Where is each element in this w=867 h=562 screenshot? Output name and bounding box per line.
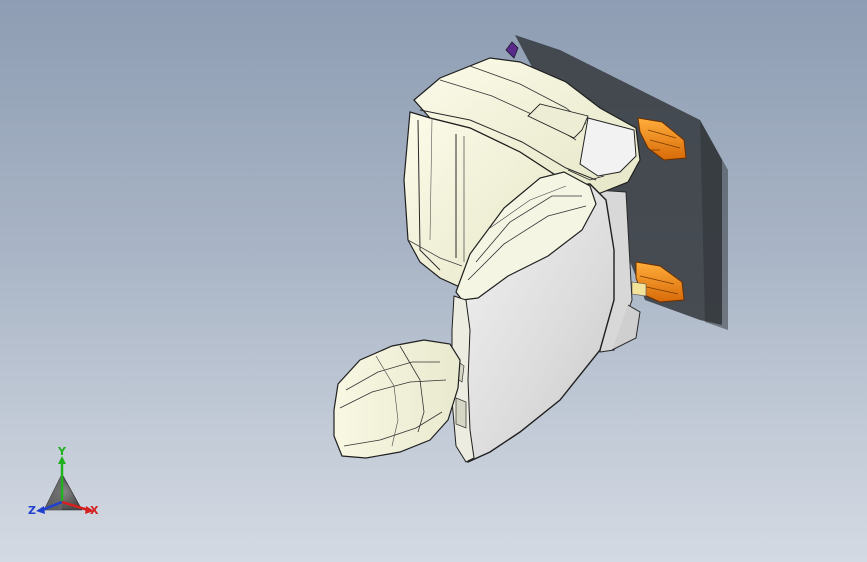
arm-pillow[interactable] (333, 339, 461, 459)
x-axis-label: X (90, 504, 99, 517)
z-axis-label: Z (28, 504, 36, 517)
top-knob (505, 41, 519, 59)
view-orientation-triad (36, 456, 94, 514)
seat-3d-model[interactable] (0, 0, 867, 562)
graphics-viewport[interactable]: Y X Z (0, 0, 867, 562)
y-axis-label: Y (58, 445, 66, 458)
